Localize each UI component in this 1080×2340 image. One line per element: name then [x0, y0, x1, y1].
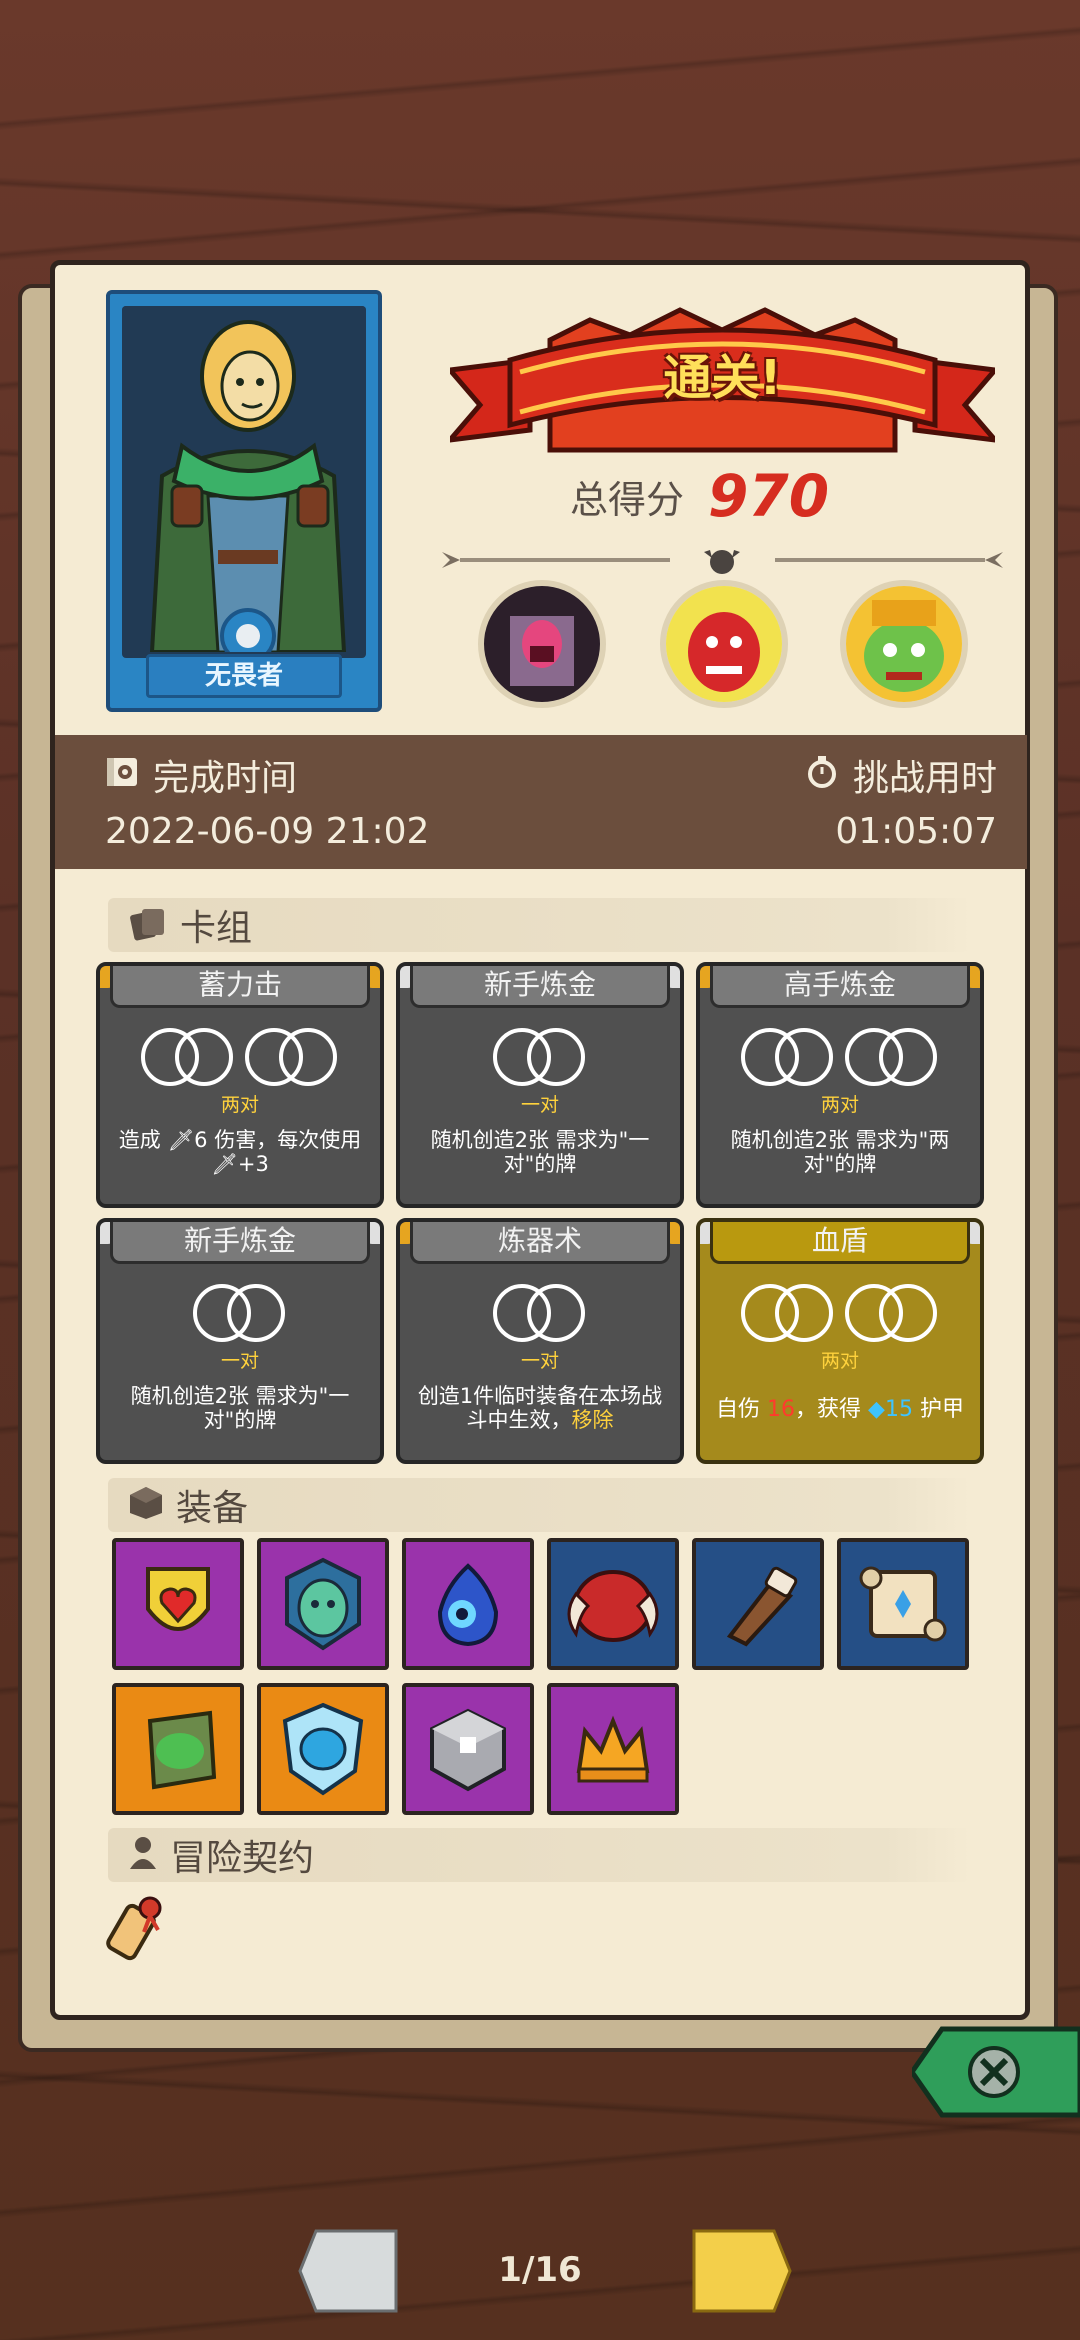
horn-icon[interactable] — [692, 1538, 824, 1670]
jade-mask-icon[interactable] — [257, 1538, 389, 1670]
total-score: 总得分 970 — [570, 462, 829, 530]
finish-time-label: 完成时间 — [105, 749, 297, 801]
hero-portrait — [122, 306, 366, 658]
victory-banner: 通关! — [443, 300, 1002, 470]
duration-label-text: 挑战用时 — [852, 758, 997, 799]
dice-slots — [100, 1284, 380, 1344]
dice-slots — [700, 1028, 980, 1088]
cube-icon — [128, 1485, 164, 1525]
horned-blob-icon[interactable] — [547, 1538, 679, 1670]
prev-page-button[interactable] — [296, 2225, 406, 2317]
finish-label-text: 完成时间 — [153, 758, 298, 799]
dice-slots — [100, 1028, 380, 1088]
card-description: 造成 🗡6 伤害，每次使用 🗡+3 — [118, 1128, 362, 1176]
close-button[interactable] — [908, 2025, 1080, 2119]
scroll-icon[interactable] — [837, 1538, 969, 1670]
score-value: 970 — [708, 462, 830, 530]
dice-slots — [400, 1284, 680, 1344]
cards-icon — [128, 905, 168, 945]
page-indicator: 1/16 — [498, 2250, 582, 2290]
deck-card[interactable]: 高手炼金 两对 随机创造2张 需求为"两对"的牌 — [696, 962, 984, 1208]
calendar-icon — [105, 754, 139, 797]
card-requirement: 一对 — [520, 1350, 559, 1372]
sword-icon: 🗡 — [167, 1128, 195, 1152]
deck-card[interactable]: 新手炼金 一对 随机创造2张 需求为"一对"的牌 — [396, 962, 684, 1208]
dice-slots — [700, 1284, 980, 1344]
card-name: 新手炼金 — [410, 966, 670, 1008]
stone-cube-icon[interactable] — [402, 1683, 534, 1815]
next-page-button[interactable] — [684, 2225, 794, 2317]
card-name: 高手炼金 — [710, 966, 970, 1008]
dice-slots — [400, 1028, 680, 1088]
ice-pumpkin-badge-icon[interactable] — [257, 1683, 389, 1815]
deck-title: 卡组 — [180, 908, 253, 949]
blue-flame-eye-icon[interactable] — [402, 1538, 534, 1670]
contract-section-header: 冒险契约 — [108, 1828, 970, 1882]
card-description: 随机创造2张 需求为"一对"的牌 — [130, 1384, 350, 1432]
crown-icon[interactable] — [547, 1683, 679, 1815]
card-description: 随机创造2张 需求为"两对"的牌 — [730, 1128, 950, 1176]
scroll-contract-icon[interactable] — [100, 1890, 176, 1966]
ornament-divider — [442, 550, 1003, 574]
card-name: 血盾 — [710, 1222, 970, 1264]
run-info-band: 完成时间 2022-06-09 21:02 挑战用时 01:05:07 — [55, 735, 1027, 869]
deck-card[interactable]: 蓄力击 两对 造成 🗡6 伤害，每次使用 🗡+3 — [96, 962, 384, 1208]
card-requirement: 两对 — [820, 1350, 859, 1372]
score-label: 总得分 — [570, 477, 685, 522]
card-requirement: 一对 — [520, 1094, 559, 1116]
person-icon — [128, 1835, 158, 1875]
deck-card[interactable]: 新手炼金 一对 随机创造2张 需求为"一对"的牌 — [96, 1218, 384, 1464]
card-description: 随机创造2张 需求为"一对"的牌 — [430, 1128, 650, 1176]
card-requirement: 两对 — [820, 1094, 859, 1116]
card-name: 蓄力击 — [110, 966, 370, 1008]
banner-title: 通关! — [663, 350, 782, 406]
shield-icon: ◆ — [868, 1397, 885, 1422]
hero-card[interactable]: 无畏者 — [106, 290, 382, 712]
card-name: 炼器术 — [410, 1222, 670, 1264]
boss-portrait-1[interactable] — [478, 580, 606, 708]
hero-name: 无畏者 — [146, 654, 342, 698]
sword-icon: 🗡 — [211, 1152, 238, 1176]
deck-section-header: 卡组 — [108, 898, 970, 952]
duration-label: 挑战用时 — [805, 749, 997, 801]
card-requirement: 两对 — [220, 1094, 259, 1116]
contract-title: 冒险契约 — [170, 1838, 315, 1879]
mossy-book-icon[interactable] — [112, 1683, 244, 1815]
boss-portrait-2[interactable] — [660, 580, 788, 708]
duration-value: 01:05:07 — [835, 811, 997, 852]
card-name: 新手炼金 — [110, 1222, 370, 1264]
deck-card[interactable]: 血盾 两对 自伤 16，获得 ◆15 护甲 — [696, 1218, 984, 1464]
finish-time-value: 2022-06-09 21:02 — [105, 811, 430, 852]
card-requirement: 一对 — [220, 1350, 259, 1372]
deck-card[interactable]: 炼器术 一对 创造1件临时装备在本场战斗中生效，移除 — [396, 1218, 684, 1464]
stopwatch-icon — [805, 754, 839, 797]
heart-shield-icon[interactable] — [112, 1538, 244, 1670]
card-description: 自伤 16，获得 ◆15 护甲 — [716, 1397, 964, 1422]
equipment-section-header: 装备 — [108, 1478, 970, 1532]
equipment-title: 装备 — [176, 1488, 249, 1529]
card-description: 创造1件临时装备在本场战斗中生效，移除 — [417, 1384, 663, 1432]
boss-portrait-3[interactable] — [840, 580, 968, 708]
